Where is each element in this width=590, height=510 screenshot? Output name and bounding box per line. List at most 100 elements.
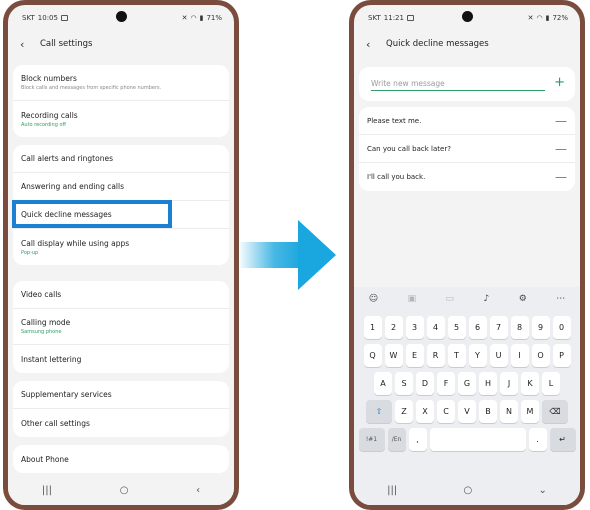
- key-h[interactable]: H: [479, 372, 497, 395]
- signal-icon: ▮: [199, 14, 204, 22]
- plus-icon[interactable]: +: [554, 75, 565, 90]
- minus-icon[interactable]: —: [555, 114, 567, 128]
- key-o[interactable]: O: [531, 344, 550, 367]
- setting-recording-calls[interactable]: Recording calls Auto recording off: [13, 101, 229, 137]
- key-m[interactable]: M: [521, 400, 539, 423]
- key-2[interactable]: 2: [384, 316, 403, 339]
- shift-key[interactable]: ⇧: [366, 400, 392, 423]
- app-bar: ‹ Quick decline messages: [354, 31, 580, 57]
- message-text: I'll call you back.: [367, 173, 426, 181]
- key-n[interactable]: N: [500, 400, 518, 423]
- hide-keyboard-icon[interactable]: ⌄: [538, 485, 546, 496]
- list-item[interactable]: Please text me. —: [359, 107, 575, 135]
- right-phone: SKT 11:21 ✕ ◠ ▮ 72% ‹ Quick decline mess…: [349, 0, 585, 510]
- wifi-icon: ◠: [536, 14, 543, 22]
- key-s[interactable]: S: [395, 372, 413, 395]
- recent-apps-icon[interactable]: |||: [42, 485, 52, 496]
- symbols-key[interactable]: !#1: [358, 428, 385, 451]
- minus-icon[interactable]: —: [555, 142, 567, 156]
- key-g[interactable]: G: [458, 372, 476, 395]
- period-key[interactable]: .: [528, 428, 547, 451]
- key-f[interactable]: F: [437, 372, 455, 395]
- comma-key[interactable]: ,: [408, 428, 427, 451]
- key-7[interactable]: 7: [489, 316, 508, 339]
- wifi-icon: ◠: [190, 14, 197, 22]
- key-9[interactable]: 9: [531, 316, 550, 339]
- setting-quick-decline-messages[interactable]: Quick decline messages: [13, 201, 229, 229]
- key-0[interactable]: 0: [552, 316, 571, 339]
- new-message-card: +: [359, 67, 575, 101]
- keyboard-row-bottom: ⇧ Z X C V B N M ⌫: [354, 400, 580, 423]
- setting-block-numbers[interactable]: Block numbers Block calls and messages f…: [13, 65, 229, 101]
- key-a[interactable]: A: [374, 372, 392, 395]
- key-y[interactable]: Y: [468, 344, 487, 367]
- key-r[interactable]: R: [426, 344, 445, 367]
- home-icon[interactable]: ○: [120, 485, 129, 496]
- chevron-left-icon[interactable]: ‹: [366, 38, 380, 51]
- status-bar: SKT 10:05 ✕ ◠ ▮ 71%: [8, 5, 234, 31]
- setting-instant-lettering[interactable]: Instant lettering: [13, 345, 229, 373]
- key-c[interactable]: C: [437, 400, 455, 423]
- space-key[interactable]: [429, 428, 526, 451]
- transition-arrow: [240, 220, 340, 290]
- key-u[interactable]: U: [489, 344, 508, 367]
- key-1[interactable]: 1: [363, 316, 382, 339]
- list-item[interactable]: Can you call back later? —: [359, 135, 575, 163]
- arrow-right-icon: [240, 220, 336, 290]
- settings-icon[interactable]: ⚙: [519, 294, 527, 304]
- key-x[interactable]: X: [416, 400, 434, 423]
- backspace-key[interactable]: ⌫: [542, 400, 568, 423]
- key-w[interactable]: W: [384, 344, 403, 367]
- key-4[interactable]: 4: [426, 316, 445, 339]
- setting-call-display[interactable]: Call display while using apps Pop-up: [13, 229, 229, 265]
- more-icon[interactable]: ⋯: [556, 294, 565, 304]
- key-3[interactable]: 3: [405, 316, 424, 339]
- key-q[interactable]: Q: [363, 344, 382, 367]
- key-v[interactable]: V: [458, 400, 476, 423]
- setting-label: Answering and ending calls: [21, 182, 125, 191]
- setting-label: Video calls: [21, 290, 62, 299]
- back-nav-icon[interactable]: ‹: [196, 485, 200, 496]
- gif-icon[interactable]: ▭: [446, 294, 455, 304]
- key-6[interactable]: 6: [468, 316, 487, 339]
- list-item[interactable]: I'll call you back. —: [359, 163, 575, 191]
- status-bar: SKT 11:21 ✕ ◠ ▮ 72%: [354, 5, 580, 31]
- home-icon[interactable]: ○: [463, 485, 472, 496]
- sticker-icon[interactable]: ▣: [408, 294, 417, 304]
- message-text: Please text me.: [367, 116, 422, 125]
- setting-video-calls[interactable]: Video calls: [13, 281, 229, 309]
- chevron-left-icon[interactable]: ‹: [20, 38, 34, 51]
- key-k[interactable]: K: [521, 372, 539, 395]
- decline-messages-list: Please text me. — Can you call back late…: [359, 107, 575, 191]
- enter-key[interactable]: ↵: [549, 428, 576, 451]
- keyboard-toolbar: ☺ ▣ ▭ ♪ ⚙ ⋯: [354, 287, 580, 311]
- setting-label: Calling mode: [21, 318, 71, 327]
- minus-icon[interactable]: —: [555, 170, 567, 184]
- setting-supplementary[interactable]: Supplementary services: [13, 381, 229, 409]
- setting-answering-ending[interactable]: Answering and ending calls: [13, 173, 229, 201]
- language-key[interactable]: /En: [387, 428, 406, 451]
- key-b[interactable]: B: [479, 400, 497, 423]
- key-l[interactable]: L: [542, 372, 560, 395]
- signal-icon: ▮: [545, 14, 550, 22]
- microphone-icon[interactable]: ♪: [484, 294, 490, 304]
- key-j[interactable]: J: [500, 372, 518, 395]
- key-z[interactable]: Z: [395, 400, 413, 423]
- recent-apps-icon[interactable]: |||: [387, 485, 397, 496]
- time-label: 11:21: [383, 14, 404, 22]
- emoji-icon[interactable]: ☺: [369, 294, 378, 304]
- new-message-input[interactable]: [371, 77, 545, 91]
- setting-other-call-settings[interactable]: Other call settings: [13, 409, 229, 437]
- key-t[interactable]: T: [447, 344, 466, 367]
- key-i[interactable]: I: [510, 344, 529, 367]
- key-e[interactable]: E: [405, 344, 424, 367]
- setting-sub: Pop-up: [21, 249, 39, 256]
- setting-about-phone[interactable]: About Phone: [13, 445, 229, 473]
- nav-bar: ||| ○ ⌄: [354, 475, 580, 505]
- setting-calling-mode[interactable]: Calling mode Samsung phone: [13, 309, 229, 345]
- key-d[interactable]: D: [416, 372, 434, 395]
- key-5[interactable]: 5: [447, 316, 466, 339]
- setting-call-alerts[interactable]: Call alerts and ringtones: [13, 145, 229, 173]
- key-p[interactable]: P: [552, 344, 571, 367]
- key-8[interactable]: 8: [510, 316, 529, 339]
